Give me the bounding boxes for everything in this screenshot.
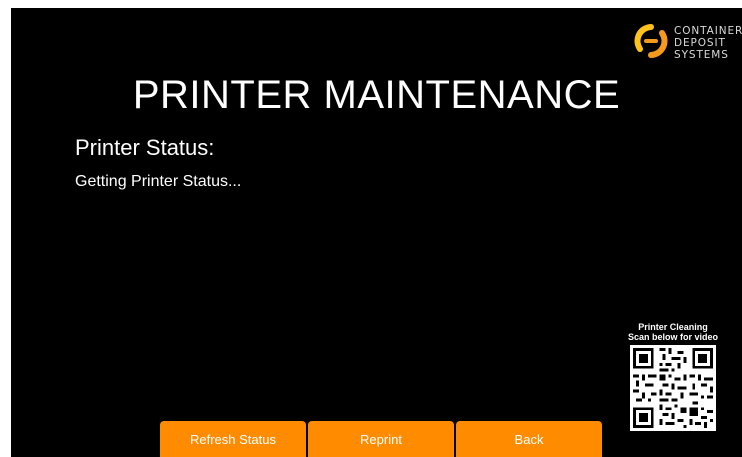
refresh-status-button[interactable]: Refresh Status xyxy=(160,421,306,457)
company-name-line-1: CONTAINER xyxy=(674,25,742,37)
back-button[interactable]: Back xyxy=(456,421,602,457)
printer-status-label: Printer Status: xyxy=(75,135,215,160)
company-name-line-2: DEPOSIT xyxy=(674,37,726,49)
qr-caption-title: Printer Cleaning xyxy=(638,322,708,332)
cleaning-video-help: Printer Cleaning Scan below for video xyxy=(614,322,732,431)
reprint-button[interactable]: Reprint xyxy=(308,421,454,457)
company-logo: CONTAINER DEPOSIT SYSTEMS xyxy=(634,18,742,64)
company-name-line-3: SYSTEMS xyxy=(674,49,729,61)
kiosk-screen: CONTAINER DEPOSIT SYSTEMS PRINTER MAINTE… xyxy=(11,8,742,457)
qr-caption-instruction: Scan below for video xyxy=(627,332,719,342)
cds-logo-icon xyxy=(634,24,668,58)
company-name: CONTAINER DEPOSIT SYSTEMS xyxy=(674,25,742,61)
page-title: PRINTER MAINTENANCE xyxy=(132,73,621,117)
printer-status-value: Getting Printer Status... xyxy=(75,173,242,190)
qr-code-icon xyxy=(630,345,716,431)
